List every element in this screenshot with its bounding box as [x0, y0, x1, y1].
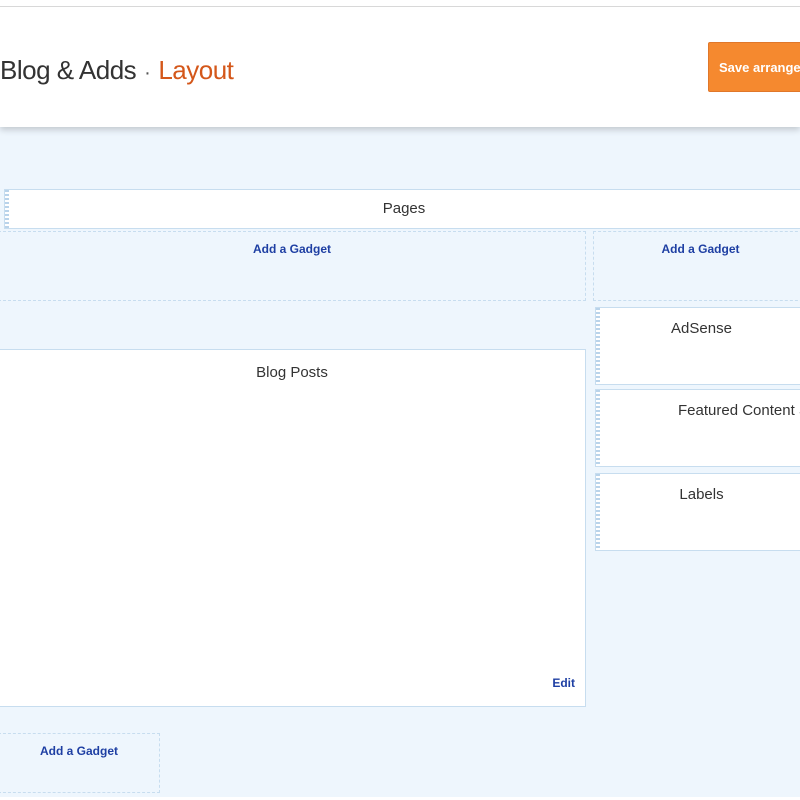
blog-posts-edit-link[interactable]: Edit [552, 676, 575, 690]
sidebar-gadget-featured-content-slider[interactable]: Featured Content Slider [595, 389, 800, 467]
blog-posts-widget[interactable]: Blog Posts Edit [0, 349, 586, 707]
sidebar-gadget-label: Featured Content Slider [678, 402, 800, 419]
drag-handle[interactable] [596, 390, 600, 466]
add-gadget-link-main-top[interactable]: Add a Gadget [253, 242, 331, 256]
pages-widget-label: Pages [382, 200, 426, 217]
drag-handle[interactable] [596, 474, 600, 550]
sidebar-gadget-adsense[interactable]: AdSense [595, 307, 800, 385]
sidebar-gadget-labels[interactable]: Labels [595, 473, 800, 551]
blog-title: Blog & Adds [0, 55, 137, 85]
save-arrangement-button[interactable]: Save arrangement [708, 42, 800, 92]
blog-posts-label: Blog Posts [256, 364, 328, 381]
layout-title: Layout [158, 55, 234, 85]
add-gadget-area-main-bottom: Add a Gadget [0, 733, 160, 793]
add-gadget-link-main-bottom[interactable]: Add a Gadget [40, 744, 118, 758]
layout-canvas: Pages Add a Gadget Add a Gadget Blog Pos… [0, 127, 800, 797]
drag-handle[interactable] [5, 190, 9, 228]
sidebar-gadget-label: Labels [679, 486, 724, 503]
page-header: Blog & Adds · Layout Save arrangement [0, 7, 800, 127]
page-title: Blog & Adds · Layout [0, 55, 234, 86]
drag-handle[interactable] [596, 308, 600, 384]
layout-editor: Blog & Adds · Layout Save arrangement Page… [0, 6, 800, 797]
add-gadget-area-main-top: Add a Gadget [0, 231, 586, 301]
sidebar-gadget-label: AdSense [671, 320, 732, 337]
pages-widget[interactable]: Pages [4, 189, 800, 229]
add-gadget-link-sidebar-top[interactable]: Add a Gadget [661, 242, 739, 256]
add-gadget-area-sidebar-top: Add a Gadget [593, 231, 800, 301]
title-separator: · [144, 62, 151, 84]
